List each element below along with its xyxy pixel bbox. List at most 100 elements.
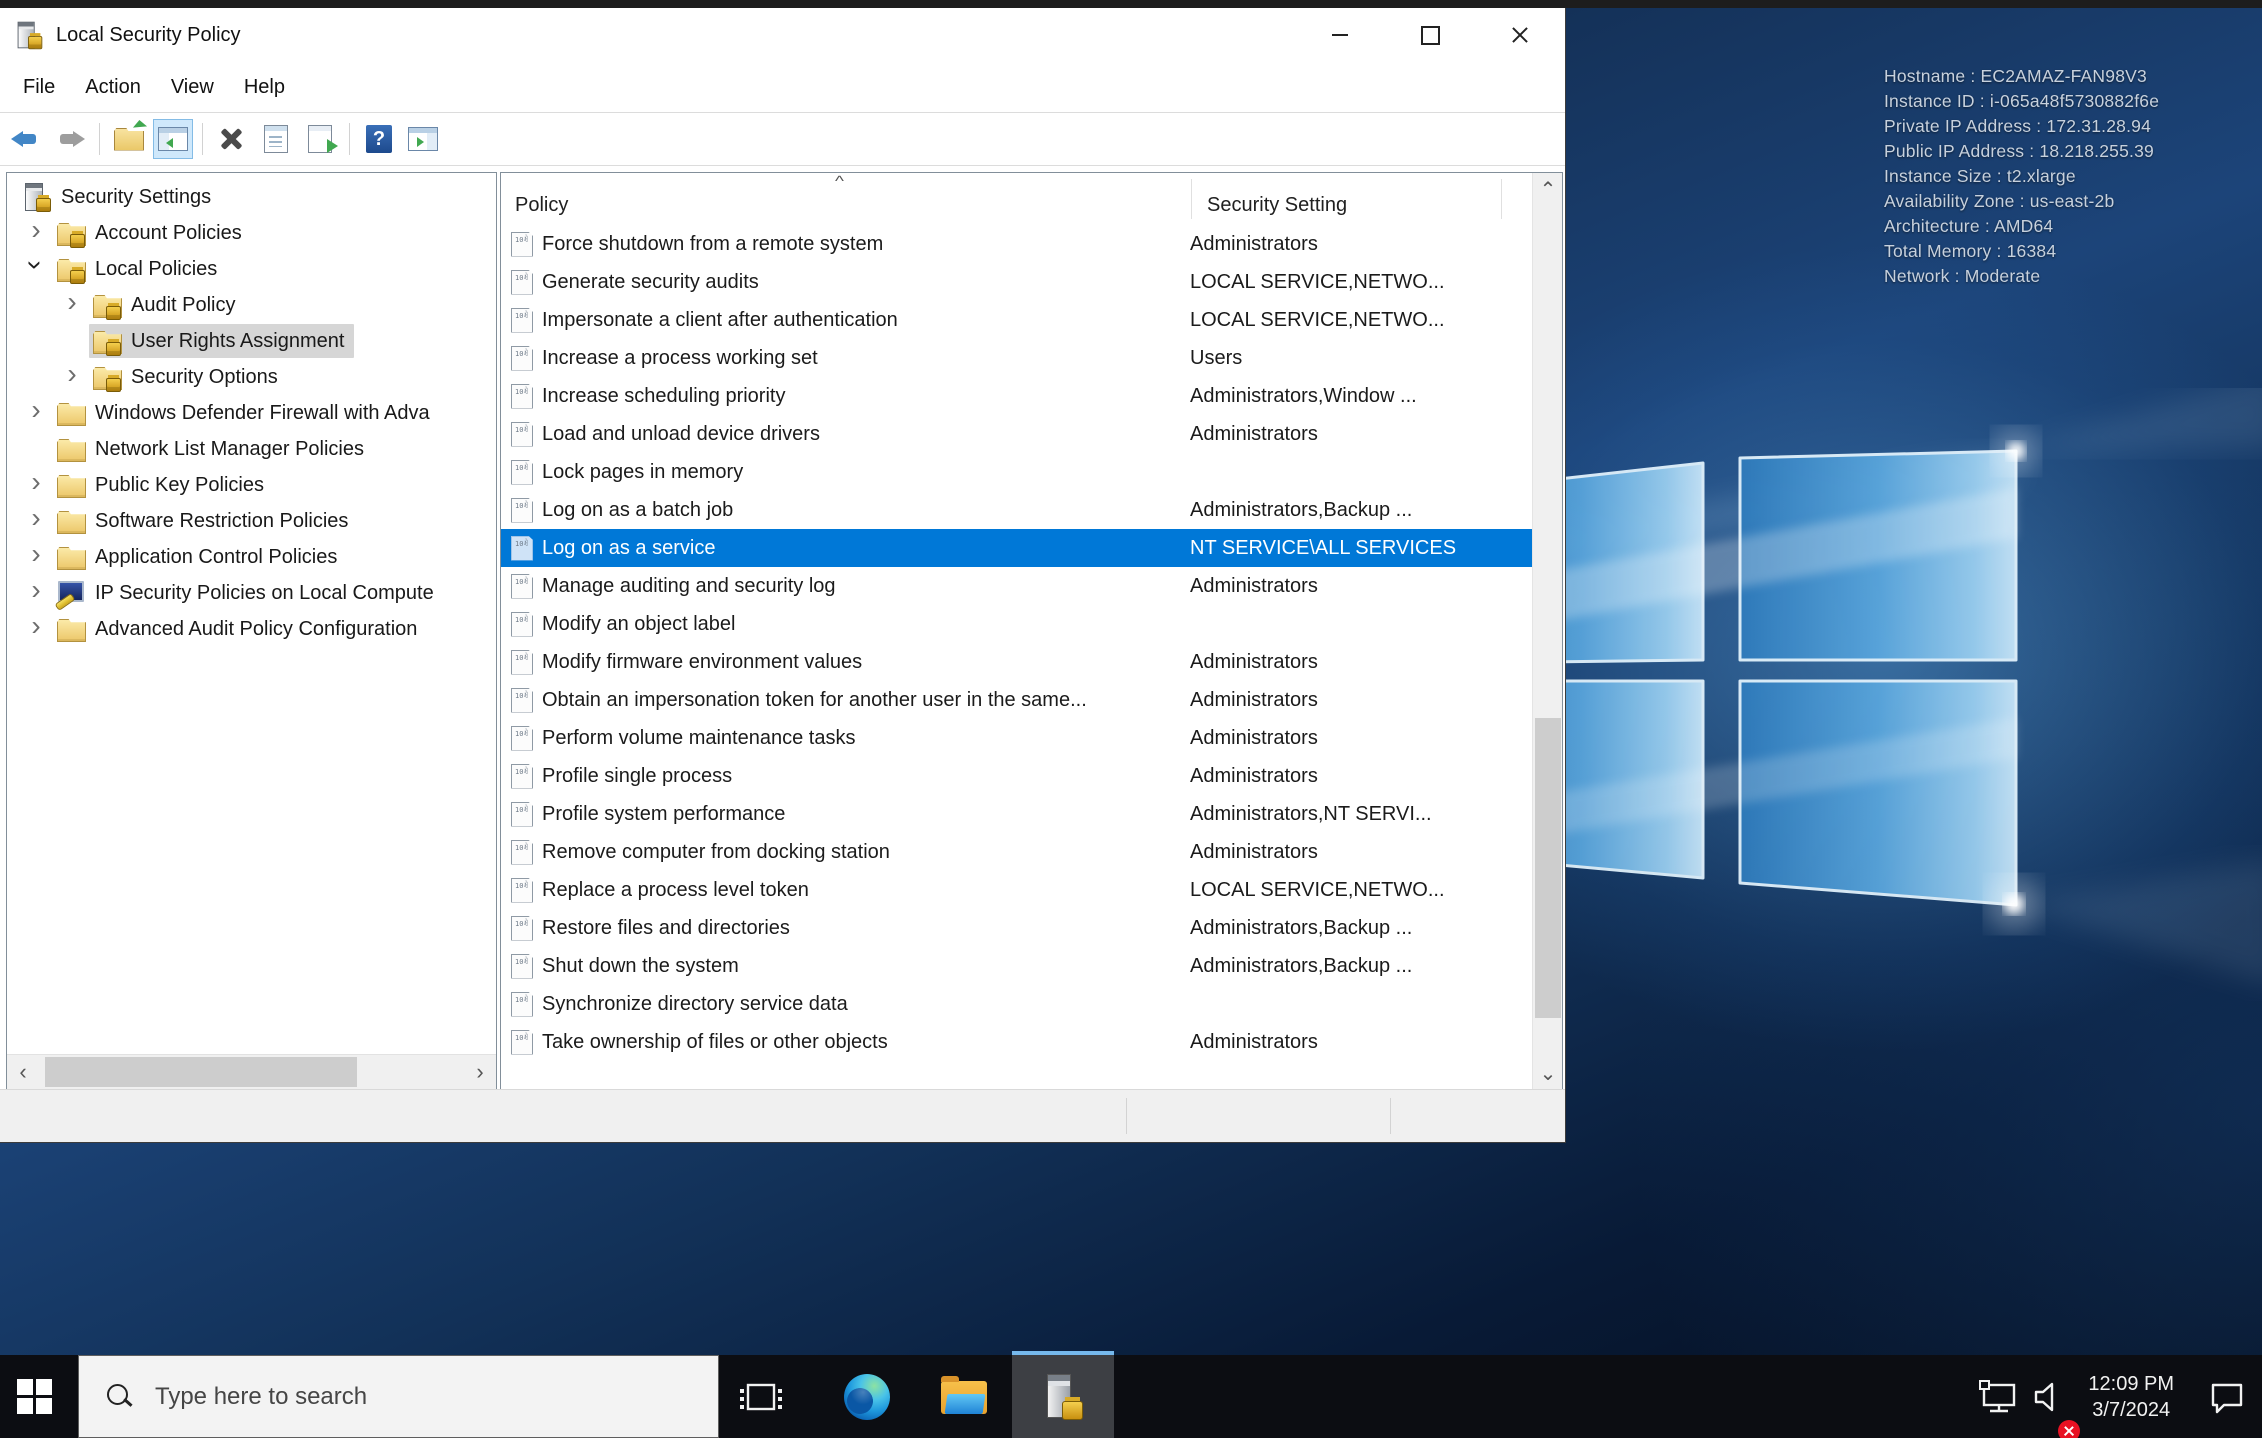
volume-tray-button[interactable]: [2030, 1355, 2081, 1438]
tree-item[interactable]: Software Restriction Policies: [7, 503, 496, 539]
vertical-scroll-thumb[interactable]: [1535, 718, 1561, 1018]
policy-row[interactable]: Increase scheduling priority Administrat…: [501, 377, 1532, 415]
taskbar-clock[interactable]: 12:09 PM 3/7/2024: [2088, 1371, 2174, 1423]
policy-row[interactable]: Modify an object label: [501, 605, 1532, 643]
tree-node-icon: [56, 255, 86, 284]
policy-row[interactable]: Profile system performance Administrator…: [501, 795, 1532, 833]
tree-node[interactable]: Software Restriction Policies: [53, 504, 358, 538]
policy-row[interactable]: Log on as a batch job Administrators,Bac…: [501, 491, 1532, 529]
column-divider[interactable]: [1191, 179, 1192, 219]
tree-item[interactable]: Public Key Policies: [7, 467, 496, 503]
start-button[interactable]: [0, 1355, 68, 1438]
tree-item[interactable]: Security Settings: [7, 179, 496, 215]
policy-row[interactable]: Remove computer from docking station Adm…: [501, 833, 1532, 871]
tree-item[interactable]: Network List Manager Policies: [7, 431, 496, 467]
tree-item[interactable]: Audit Policy: [7, 287, 496, 323]
tree-expander-icon[interactable]: [55, 295, 89, 315]
scroll-right-icon[interactable]: ›: [464, 1055, 496, 1089]
policy-row[interactable]: Log on as a service NT SERVICE\ALL SERVI…: [501, 529, 1532, 567]
tree-expander-icon[interactable]: [19, 511, 53, 531]
policy-row[interactable]: Impersonate a client after authenticatio…: [501, 301, 1532, 339]
tree-expander-icon[interactable]: [19, 583, 53, 603]
policy-row[interactable]: Profile single process Administrators: [501, 757, 1532, 795]
tree-node[interactable]: Security Settings: [19, 180, 221, 214]
policy-row[interactable]: Lock pages in memory: [501, 453, 1532, 491]
tree-expander-icon[interactable]: [19, 403, 53, 423]
tree-expander-icon[interactable]: [19, 619, 53, 639]
policy-row[interactable]: Force shutdown from a remote system Admi…: [501, 225, 1532, 263]
tree-node[interactable]: Account Policies: [53, 216, 252, 250]
show-action-pane-icon[interactable]: [403, 119, 443, 159]
scroll-up-icon[interactable]: ⌃: [1533, 173, 1563, 205]
back-icon[interactable]: [6, 119, 46, 159]
tree-expander-icon[interactable]: [19, 259, 53, 279]
policy-row[interactable]: Take ownership of files or other objects…: [501, 1023, 1532, 1061]
action-center-button[interactable]: [2192, 1355, 2262, 1438]
tree-node[interactable]: Security Options: [89, 360, 288, 394]
policy-row[interactable]: Replace a process level token LOCAL SERV…: [501, 871, 1532, 909]
column-header-security-setting[interactable]: Security Setting: [1207, 173, 1347, 223]
column-header-policy[interactable]: Policy: [515, 173, 568, 223]
tree-item[interactable]: Windows Defender Firewall with Adva: [7, 395, 496, 431]
column-divider[interactable]: [1501, 179, 1502, 219]
delete-icon[interactable]: [212, 119, 252, 159]
export-list-icon[interactable]: [300, 119, 340, 159]
list-vertical-scrollbar[interactable]: ⌃ ⌄: [1532, 173, 1562, 1089]
tree-node[interactable]: IP Security Policies on Local Compute: [53, 576, 444, 610]
file-explorer-button[interactable]: [934, 1355, 996, 1438]
tree-expander-icon[interactable]: [19, 547, 53, 567]
tree-node[interactable]: Network List Manager Policies: [53, 432, 374, 466]
policy-row[interactable]: Increase a process working set Users: [501, 339, 1532, 377]
scroll-down-icon[interactable]: ⌄: [1533, 1057, 1563, 1089]
show-console-tree-icon[interactable]: [153, 119, 193, 159]
policy-row[interactable]: Modify firmware environment values Admin…: [501, 643, 1532, 681]
tree-node[interactable]: Windows Defender Firewall with Adva: [53, 396, 440, 430]
tree-horizontal-scrollbar[interactable]: ‹ ›: [7, 1054, 496, 1089]
close-button[interactable]: [1475, 8, 1565, 62]
forward-icon[interactable]: [50, 119, 90, 159]
up-one-level-icon[interactable]: [109, 119, 149, 159]
policy-row[interactable]: Load and unload device drivers Administr…: [501, 415, 1532, 453]
tree-expander-icon[interactable]: [19, 475, 53, 495]
policy-row[interactable]: Manage auditing and security log Adminis…: [501, 567, 1532, 605]
tree-expander-icon[interactable]: [19, 223, 53, 243]
tree-item[interactable]: Application Control Policies: [7, 539, 496, 575]
policy-row[interactable]: Shut down the system Administrators,Back…: [501, 947, 1532, 985]
tree-item[interactable]: Local Policies: [7, 251, 496, 287]
edge-browser-button[interactable]: [838, 1355, 896, 1438]
tree-node[interactable]: Local Policies: [53, 252, 227, 286]
maximize-button[interactable]: [1385, 8, 1475, 62]
scroll-left-icon[interactable]: ‹: [7, 1055, 39, 1089]
tree-node[interactable]: Audit Policy: [89, 288, 246, 322]
menu-item[interactable]: View: [156, 70, 229, 105]
minimize-button[interactable]: [1295, 8, 1385, 62]
toolbar-separator[interactable]: [202, 123, 203, 155]
tree-node[interactable]: Advanced Audit Policy Configuration: [53, 612, 427, 646]
tree-item[interactable]: IP Security Policies on Local Compute: [7, 575, 496, 611]
task-view-button[interactable]: [732, 1355, 790, 1438]
tree-node[interactable]: User Rights Assignment: [89, 324, 355, 358]
tree-item[interactable]: User Rights Assignment: [7, 323, 496, 359]
tree-item[interactable]: Advanced Audit Policy Configuration: [7, 611, 496, 647]
network-tray-button[interactable]: [1976, 1355, 2022, 1438]
properties-icon[interactable]: [256, 119, 296, 159]
policy-row[interactable]: Restore files and directories Administra…: [501, 909, 1532, 947]
tree-expander-icon[interactable]: [55, 367, 89, 387]
menu-item[interactable]: Help: [229, 70, 300, 105]
tree-item[interactable]: Account Policies: [7, 215, 496, 251]
policy-row[interactable]: Synchronize directory service data: [501, 985, 1532, 1023]
policy-row[interactable]: Perform volume maintenance tasks Adminis…: [501, 719, 1532, 757]
menu-item[interactable]: File: [8, 70, 70, 105]
policy-row[interactable]: Obtain an impersonation token for anothe…: [501, 681, 1532, 719]
local-security-policy-taskbar-button[interactable]: [1012, 1355, 1114, 1438]
taskbar-search-input[interactable]: Type here to search: [78, 1355, 719, 1438]
help-icon[interactable]: [359, 119, 399, 159]
menu-item[interactable]: Action: [70, 70, 156, 105]
policy-row[interactable]: Generate security audits LOCAL SERVICE,N…: [501, 263, 1532, 301]
toolbar-separator[interactable]: [99, 123, 100, 155]
tree-item[interactable]: Security Options: [7, 359, 496, 395]
tree-node[interactable]: Application Control Policies: [53, 540, 347, 574]
horizontal-scroll-thumb[interactable]: [45, 1057, 357, 1087]
toolbar-separator[interactable]: [349, 123, 350, 155]
tree-node[interactable]: Public Key Policies: [53, 468, 274, 502]
